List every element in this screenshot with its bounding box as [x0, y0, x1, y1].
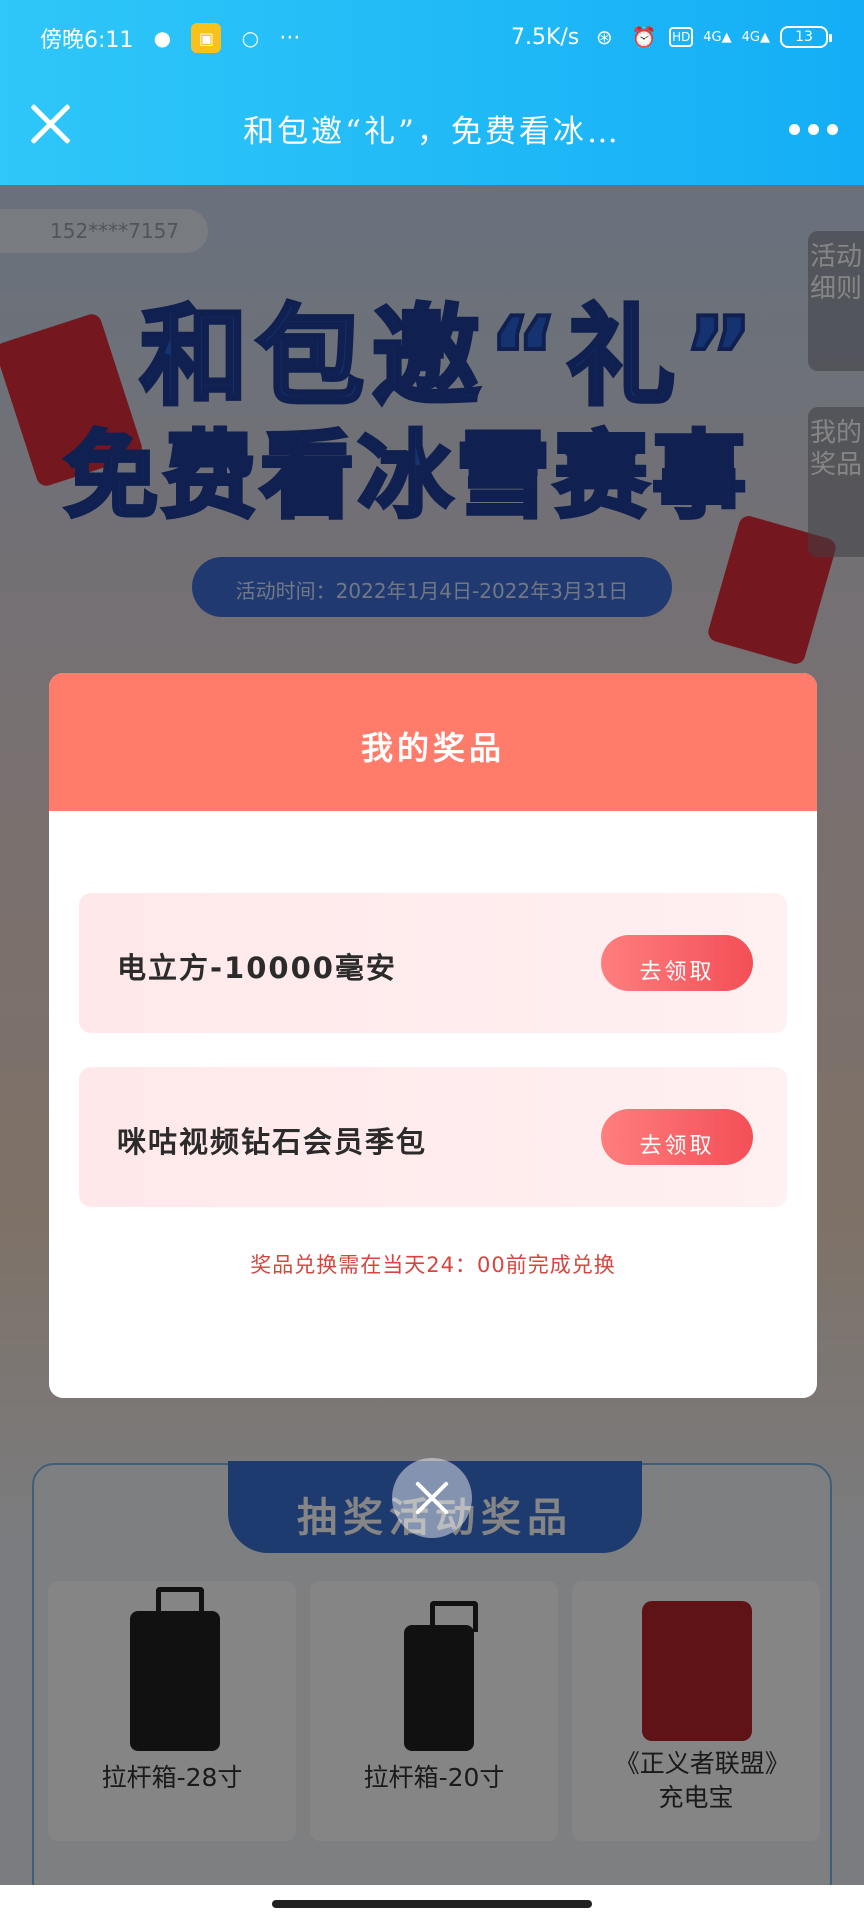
- page-title: 和包邀“礼”，免费看冰…: [243, 114, 621, 150]
- signal-icon: 4G ▲: [703, 29, 732, 45]
- my-prizes-modal: 我的奖品 电立方-10000毫安 去领取 咪咕视频钻石会员季包 去领取 奖品兑换…: [49, 673, 817, 1398]
- alarm-icon: ⏰: [631, 25, 657, 49]
- wechat-icon: ●: [153, 26, 172, 50]
- more-notifications-icon: ···: [279, 25, 301, 51]
- bluetooth-icon: ⊛: [595, 25, 613, 49]
- prize-row: 咪咕视频钻石会员季包 去领取: [79, 1067, 787, 1207]
- redeem-notice: 奖品兑换需在当天24：00前完成兑换: [250, 1253, 616, 1277]
- claim-button[interactable]: 去领取: [601, 1109, 753, 1165]
- signal-icon: 4G ▲: [741, 29, 770, 45]
- network-speed: 7.5K/s: [510, 24, 580, 50]
- status-time: 傍晚6:11: [40, 28, 134, 53]
- modal-close-icon[interactable]: [392, 1458, 472, 1538]
- app-icon: ▣: [191, 23, 222, 53]
- network-type-label: 4G: [703, 29, 722, 45]
- app-header: 傍晚6:11 ● ▣ ○ ··· 7.5K/s ⊛ ⏰ HD 4G ▲ 4G ▲ 1…: [0, 0, 864, 185]
- network-type-label: 4G: [741, 29, 760, 45]
- message-icon: ○: [241, 26, 260, 50]
- home-indicator[interactable]: [272, 1900, 592, 1908]
- prize-name: 电立方-10000毫安: [117, 951, 397, 985]
- status-bar: 傍晚6:11 ● ▣ ○ ··· 7.5K/s ⊛ ⏰ HD 4G ▲ 4G ▲ 1…: [0, 0, 864, 76]
- battery-level: 13: [795, 29, 813, 45]
- more-icon[interactable]: [789, 124, 838, 135]
- prize-name: 咪咕视频钻石会员季包: [117, 1125, 428, 1159]
- hd-icon: HD: [669, 27, 694, 47]
- modal-title: 我的奖品: [49, 673, 817, 811]
- title-bar: 和包邀“礼”，免费看冰…: [0, 76, 864, 185]
- prize-row: 电立方-10000毫安 去领取: [79, 893, 787, 1033]
- claim-button[interactable]: 去领取: [601, 935, 753, 991]
- close-icon[interactable]: [28, 102, 72, 146]
- battery-icon: 13: [780, 26, 832, 48]
